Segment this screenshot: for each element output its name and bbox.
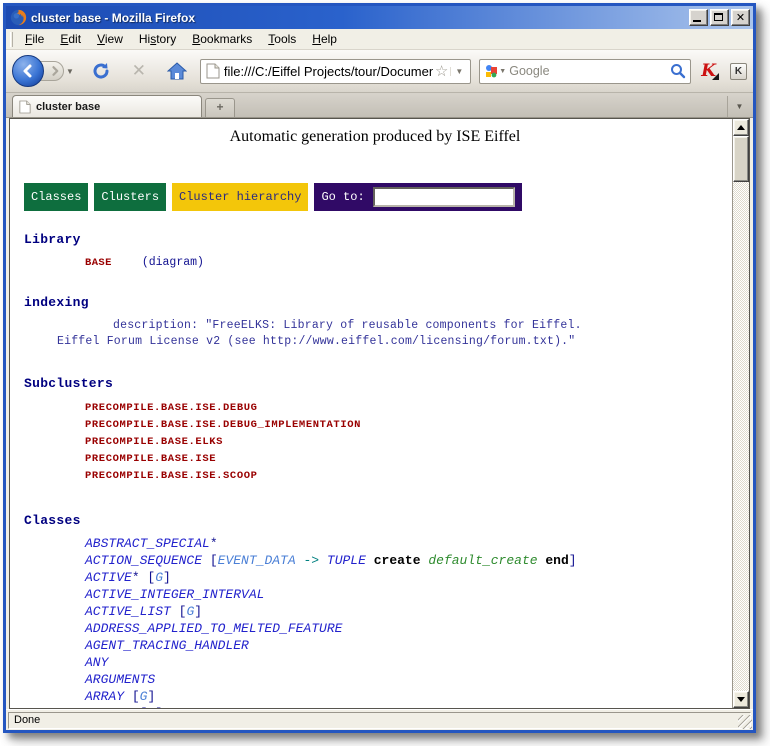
class-entry[interactable]: ABSTRACT_SPECIAL* (85, 535, 732, 552)
close-icon: ✕ (732, 10, 749, 25)
back-arrow-icon (20, 63, 36, 79)
page-content: Automatic generation produced by ISE Eif… (10, 119, 732, 708)
history-dropdown-caret[interactable]: ▼ (66, 67, 74, 76)
menu-item-file[interactable]: File (17, 30, 52, 48)
indexing-description-line1: description: "FreeELKS: Library of reusa… (113, 319, 732, 332)
diagram-link[interactable]: (diagram) (142, 256, 204, 269)
class-entry[interactable]: AGENT_TRACING_HANDLER (85, 637, 732, 654)
url-input[interactable] (224, 64, 433, 79)
tab-list-dropdown-button[interactable]: ▼ (727, 96, 751, 117)
indexing-heading: indexing (24, 295, 732, 310)
home-icon (167, 62, 187, 80)
menu-item-history[interactable]: History (131, 30, 184, 48)
generation-banner: Automatic generation produced by ISE Eif… (18, 128, 732, 146)
bookmark-star-icon[interactable]: ☆ (435, 62, 448, 80)
menu-grip[interactable] (10, 32, 13, 47)
classes-list: ABSTRACT_SPECIAL*ACTION_SEQUENCE [EVENT_… (85, 535, 732, 708)
class-entry[interactable]: ACTIVE_INTEGER_INTERVAL (85, 586, 732, 603)
reload-icon (91, 61, 111, 81)
url-dropdown-caret[interactable]: ▼ (450, 67, 467, 76)
status-text: Done (8, 712, 751, 729)
scroll-down-icon (737, 697, 745, 702)
class-entry[interactable]: ACTION_SEQUENCE [EVENT_DATA -> TUPLE cre… (85, 552, 732, 569)
firefox-window: cluster base - Mozilla Firefox ✕ FileEdi… (3, 3, 756, 733)
forward-arrow-icon (49, 65, 61, 77)
back-button[interactable] (12, 55, 44, 87)
scroll-down-button[interactable] (733, 691, 749, 708)
base-cluster-link[interactable]: BASE (85, 257, 112, 269)
subcluster-link[interactable]: PRECOMPILE.BASE.ISE.DEBUG (85, 400, 732, 417)
class-entry[interactable]: ANY (85, 654, 732, 671)
new-tab-button[interactable]: + (205, 98, 235, 117)
menu-item-help[interactable]: Help (304, 30, 345, 48)
classes-button[interactable]: Classes (24, 183, 88, 211)
scrollbar-track[interactable] (733, 182, 749, 691)
search-box[interactable]: ▼ (479, 59, 691, 84)
search-engine-caret[interactable]: ▼ (499, 68, 506, 75)
class-entry[interactable]: ARGUMENTS (85, 671, 732, 688)
class-entry[interactable]: ACTIVE* [G] (85, 569, 732, 586)
minimize-button[interactable] (689, 9, 708, 26)
indexing-description-line2: Eiffel Forum License v2 (see http://www.… (57, 335, 732, 348)
menu-item-edit[interactable]: Edit (52, 30, 89, 48)
stop-icon: ✕ (132, 63, 146, 80)
tab-cluster-base[interactable]: cluster base (12, 95, 202, 117)
address-bar[interactable]: ☆ ▼ (200, 59, 471, 84)
tab-page-icon (19, 100, 31, 114)
class-entry[interactable]: ADDRESS_APPLIED_TO_MELTED_FEATURE (85, 620, 732, 637)
subcluster-link[interactable]: PRECOMPILE.BASE.ISE.SCOOP (85, 468, 732, 485)
status-bar: Done (6, 709, 753, 730)
menu-bar: FileEditViewHistoryBookmarksToolsHelp (6, 29, 753, 50)
classes-heading: Classes (24, 513, 732, 528)
resize-grip[interactable] (738, 715, 752, 729)
reload-button[interactable] (90, 59, 112, 83)
close-button[interactable]: ✕ (731, 9, 750, 26)
keyhole-nav: ▼ (12, 55, 74, 87)
class-entry[interactable]: ARRAY [G] (85, 688, 732, 705)
google-logo-icon (484, 64, 498, 78)
goto-box: Go to: (314, 183, 521, 211)
goto-label: Go to: (321, 190, 364, 204)
menu-item-view[interactable]: View (89, 30, 131, 48)
subcluster-link[interactable]: PRECOMPILE.BASE.ELKS (85, 434, 732, 451)
vertical-scrollbar[interactable] (732, 119, 749, 708)
subclusters-list: PRECOMPILE.BASE.ISE.DEBUGPRECOMPILE.BASE… (85, 400, 732, 485)
k-extension-button[interactable]: K (730, 63, 747, 80)
title-bar: cluster base - Mozilla Firefox ✕ (6, 6, 753, 29)
subclusters-heading: Subclusters (24, 376, 732, 391)
screenshot-root: cluster base - Mozilla Firefox ✕ FileEdi… (0, 0, 770, 746)
subcluster-link[interactable]: PRECOMPILE.BASE.ISE.DEBUG_IMPLEMENTATION (85, 417, 732, 434)
search-input[interactable] (509, 64, 670, 78)
library-entry: BASE (diagram) (85, 256, 732, 269)
nav-toolbar: ▼ ✕ ☆ ▼ (6, 50, 753, 93)
minimize-icon (693, 20, 701, 22)
home-button[interactable] (166, 59, 188, 83)
scrollbar-thumb[interactable] (733, 136, 749, 182)
cluster-hierarchy-button[interactable]: Cluster hierarchy (172, 183, 308, 211)
page-nav-buttons: Classes Clusters Cluster hierarchy Go to… (24, 183, 732, 211)
menu-item-tools[interactable]: Tools (260, 30, 304, 48)
scroll-up-button[interactable] (733, 119, 749, 136)
goto-input[interactable] (373, 187, 515, 207)
subcluster-link[interactable]: PRECOMPILE.BASE.ISE (85, 451, 732, 468)
stop-button[interactable]: ✕ (128, 59, 150, 83)
class-entry[interactable]: ARRAY2 [G] (85, 705, 732, 708)
library-heading: Library (24, 232, 732, 247)
class-entry[interactable]: ACTIVE_LIST [G] (85, 603, 732, 620)
menu-item-bookmarks[interactable]: Bookmarks (184, 30, 260, 48)
clusters-button[interactable]: Clusters (94, 183, 166, 211)
maximize-button[interactable] (710, 9, 729, 26)
tab-label: cluster base (36, 101, 100, 113)
page-icon (206, 63, 220, 79)
search-magnifier-icon[interactable] (670, 63, 686, 79)
scroll-up-icon (737, 125, 745, 130)
maximize-icon (714, 13, 723, 21)
window-title: cluster base - Mozilla Firefox (31, 11, 687, 25)
tab-strip: cluster base + ▼ (6, 93, 753, 118)
firefox-icon (10, 9, 27, 26)
kaspersky-icon[interactable]: K (701, 63, 716, 80)
content-frame: Automatic generation produced by ISE Eif… (9, 118, 750, 709)
